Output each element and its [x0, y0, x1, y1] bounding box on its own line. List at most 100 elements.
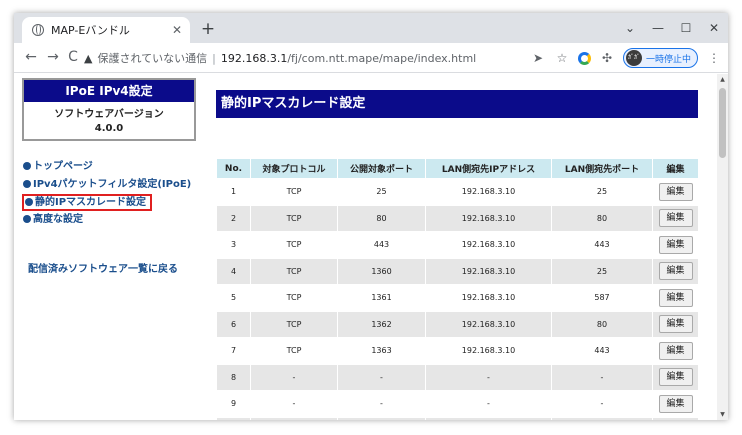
edit-button[interactable]: 編集 — [658, 209, 693, 228]
edit-cell: 編集 — [652, 390, 699, 418]
table-cell: 8 — [216, 363, 251, 391]
table-cell: 80 — [551, 204, 653, 232]
edit-cell: 編集 — [652, 204, 699, 232]
bullet-icon — [23, 162, 31, 170]
extension-icon[interactable] — [577, 51, 591, 65]
puzzle-icon[interactable]: ✣ — [599, 51, 615, 65]
table-cell: 9 — [216, 390, 251, 418]
table-cell: 1361 — [337, 284, 426, 312]
table-row: 3 TCP 443 192.168.3.10 443 編集 — [216, 231, 699, 259]
table-cell: - — [551, 390, 653, 418]
table-cell: - — [337, 390, 426, 418]
sidebar-item-advanced-settings[interactable]: 高度な設定 — [22, 211, 152, 229]
sidebar-menu: トップページ IPv4パケットフィルタ設定(IPoE) 静的IPマスカレード設定… — [22, 158, 191, 229]
edit-button[interactable]: 編集 — [658, 235, 693, 254]
edit-button[interactable]: 編集 — [658, 288, 693, 307]
table-cell: - — [425, 390, 552, 418]
avatar: ｶﾞｶﾞ — [625, 50, 642, 66]
table-cell: - — [425, 363, 552, 391]
table-row: 10----編集 — [216, 416, 699, 420]
browser-toolbar: ← → C ▲ 保護されていない通信 | 192.168.3.1 /fj/com… — [14, 43, 728, 73]
table-row: 9- - - - 編集 — [216, 390, 699, 418]
bullet-icon — [23, 215, 31, 223]
column-header: No. — [216, 158, 251, 179]
table-cell: 192.168.3.10 — [425, 178, 552, 206]
sidebar-item-static-ip-masquerade[interactable]: 静的IPマスカレード設定 — [22, 194, 152, 211]
table-cell: 1362 — [337, 310, 426, 338]
edit-button[interactable]: 編集 — [658, 262, 693, 281]
page-viewport: IPoE IPv4設定 ソフトウェアバージョン 4.0.0 トップページ IPv… — [14, 74, 728, 420]
tab-search-icon[interactable]: ⌄ — [616, 21, 644, 35]
table-cell: TCP — [250, 178, 338, 206]
masquerade-table: No. 対象プロトコル 公開対象ポート LAN側宛先IPアドレス LAN側宛先ポ… — [216, 158, 699, 420]
scroll-down-icon[interactable]: ▼ — [717, 411, 728, 418]
kebab-menu-icon[interactable]: ⋮ — [706, 51, 722, 65]
edit-button[interactable]: 編集 — [658, 182, 693, 201]
edit-cell: 編集 — [652, 231, 699, 259]
table-cell: - — [337, 416, 426, 420]
table-row: 2 TCP 80 192.168.3.10 80 編集 — [216, 204, 699, 232]
new-tab-icon[interactable]: + — [198, 19, 218, 39]
table-row: 5 TCP 1361 192.168.3.10 587 編集 — [216, 284, 699, 312]
table-cell: - — [250, 416, 338, 420]
table-cell: 25 — [551, 178, 653, 206]
edit-cell: 編集 — [652, 416, 699, 420]
browser-tab[interactable]: MAP-Eバンドル ✕ — [22, 17, 190, 43]
table-cell: 192.168.3.10 — [425, 284, 552, 312]
address-bar[interactable]: ▲ 保護されていない通信 | 192.168.3.1 /fj/com.ntt.m… — [84, 47, 534, 69]
edit-button[interactable]: 編集 — [658, 368, 693, 387]
product-info-box: IPoE IPv4設定 ソフトウェアバージョン 4.0.0 — [22, 78, 196, 141]
table-cell: 1360 — [337, 257, 426, 285]
close-tab-icon[interactable]: ✕ — [168, 23, 186, 37]
back-icon[interactable]: ← — [22, 49, 40, 65]
column-header: 対象プロトコル — [250, 158, 338, 179]
table-cell: 10 — [216, 416, 251, 420]
back-to-software-list-link[interactable]: 配信済みソフトウェア一覧に戻る — [28, 260, 178, 275]
table-cell: TCP — [250, 284, 338, 312]
sidebar-item-top-page[interactable]: トップページ — [22, 158, 152, 176]
table-cell: 25 — [337, 178, 426, 206]
edit-button[interactable]: 編集 — [658, 341, 693, 360]
close-window-icon[interactable]: ✕ — [700, 21, 728, 35]
url-host: 192.168.3.1 — [220, 51, 288, 65]
table-cell: TCP — [250, 231, 338, 259]
profile-button[interactable]: ｶﾞｶﾞ 一時停止中 — [622, 48, 698, 68]
edit-cell: 編集 — [652, 363, 699, 391]
table-cell: 192.168.3.10 — [425, 204, 552, 232]
edit-cell: 編集 — [652, 178, 699, 206]
table-cell: 443 — [551, 337, 653, 365]
globe-icon — [32, 24, 44, 36]
bookmark-star-icon[interactable]: ☆ — [554, 51, 570, 65]
table-row: 8- - - - 編集 — [216, 363, 699, 391]
table-cell: - — [250, 363, 338, 391]
table-cell: - — [337, 363, 426, 391]
maximize-icon[interactable]: ☐ — [672, 21, 700, 35]
scroll-up-icon[interactable]: ▲ — [717, 76, 728, 83]
table-cell: 443 — [337, 231, 426, 259]
edit-cell: 編集 — [652, 257, 699, 285]
table-cell: 5 — [216, 284, 251, 312]
column-header: LAN側宛先IPアドレス — [425, 158, 552, 179]
minimize-icon[interactable]: — — [644, 21, 672, 35]
table-body: 1 TCP 25 192.168.3.10 25 編集 2 TCP 80 192.168.3.10… — [216, 178, 699, 420]
sidebar-item-label: 高度な設定 — [33, 214, 83, 225]
toolbar-actions: ➤ ☆ ✣ ｶﾞｶﾞ 一時停止中 ⋮ — [530, 47, 722, 69]
table-cell: 80 — [551, 310, 653, 338]
table-cell: 192.168.3.10 — [425, 257, 552, 285]
edit-button[interactable]: 編集 — [658, 394, 693, 413]
edit-button[interactable]: 編集 — [658, 315, 693, 334]
table-cell: 192.168.3.10 — [425, 310, 552, 338]
edit-cell: 編集 — [652, 337, 699, 365]
table-cell: - — [425, 416, 552, 420]
forward-icon[interactable]: → — [44, 49, 62, 65]
send-icon[interactable]: ➤ — [530, 51, 546, 65]
sidebar-item-ipv4-packet-filter[interactable]: IPv4パケットフィルタ設定(IPoE) — [22, 176, 191, 194]
table-row: 4 TCP 1360 192.168.3.10 25 編集 — [216, 257, 699, 285]
table-cell: - — [551, 416, 653, 420]
reload-icon[interactable]: C — [64, 49, 82, 65]
warning-icon[interactable]: ▲ — [84, 52, 92, 65]
masquerade-table-container: No. 対象プロトコル 公開対象ポート LAN側宛先IPアドレス LAN側宛先ポ… — [216, 158, 699, 420]
vertical-scrollbar[interactable]: ▲ ▼ — [717, 74, 728, 420]
url-separator: | — [212, 51, 216, 65]
scroll-thumb[interactable] — [719, 88, 726, 158]
